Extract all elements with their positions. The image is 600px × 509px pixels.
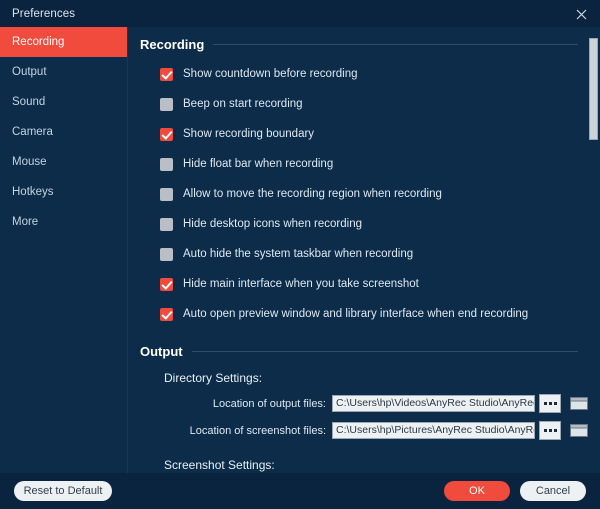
cancel-button[interactable]: Cancel xyxy=(520,481,586,501)
sidebar-item-output[interactable]: Output xyxy=(0,57,127,87)
checkbox-icon[interactable] xyxy=(160,97,173,111)
checkbox-row-hide-desktop-icons[interactable]: Hide desktop icons when recording xyxy=(160,214,578,234)
close-icon[interactable] xyxy=(570,3,592,25)
screenshot-files-input[interactable]: C:\Users\hp\Pictures\AnyRec Studio\AnyRe… xyxy=(332,422,535,439)
sidebar-item-more[interactable]: More xyxy=(0,207,127,237)
sidebar-item-sound[interactable]: Sound xyxy=(0,87,127,117)
checkbox-row-hide-main-interface[interactable]: Hide main interface when you take screen… xyxy=(160,274,578,294)
sidebar-item-camera[interactable]: Camera xyxy=(0,117,127,147)
sidebar-item-label: Sound xyxy=(12,96,46,108)
output-files-label: Location of output files: xyxy=(212,397,326,410)
ok-button[interactable]: OK xyxy=(444,481,510,501)
directory-settings-label: Directory Settings: xyxy=(164,371,263,385)
screenshot-files-row: Location of screenshot files: C:\Users\h… xyxy=(140,421,588,440)
sidebar-item-label: Recording xyxy=(12,36,65,48)
preferences-dialog: Preferences Recording Output Sound Camer… xyxy=(0,0,600,509)
sidebar-item-mouse[interactable]: Mouse xyxy=(0,147,127,177)
checkbox-label: Hide desktop icons when recording xyxy=(183,218,362,230)
output-files-input[interactable]: C:\Users\hp\Videos\AnyRec Studio\AnyRec … xyxy=(332,395,535,412)
checkbox-label: Auto open preview window and library int… xyxy=(183,308,529,320)
screenshot-files-browse-button[interactable] xyxy=(539,421,561,440)
dialog-footer: Reset to Default OK Cancel xyxy=(0,473,600,509)
recording-section-header: Recording xyxy=(140,37,578,52)
checkbox-row-hide-float-bar[interactable]: Hide float bar when recording xyxy=(160,154,578,174)
checkbox-label: Hide float bar when recording xyxy=(183,158,334,170)
output-section-header: Output xyxy=(140,344,578,359)
divider xyxy=(213,44,578,45)
output-files-browse-button[interactable] xyxy=(539,394,561,413)
sidebar-item-label: Camera xyxy=(12,126,53,138)
sidebar-item-recording[interactable]: Recording xyxy=(0,27,127,57)
dialog-body: Recording Output Sound Camera Mouse Hotk… xyxy=(0,27,600,473)
checkbox-label: Beep on start recording xyxy=(183,98,303,110)
checkbox-icon[interactable] xyxy=(160,307,173,321)
divider xyxy=(191,351,578,352)
checkbox-label: Hide main interface when you take screen… xyxy=(183,278,419,290)
sidebar-item-label: More xyxy=(12,216,39,228)
checkbox-row-beep-on-start[interactable]: Beep on start recording xyxy=(160,94,578,114)
checkbox-row-auto-hide-taskbar[interactable]: Auto hide the system taskbar when record… xyxy=(160,244,578,264)
scrollbar-thumb[interactable] xyxy=(589,38,598,140)
output-files-row: Location of output files: C:\Users\hp\Vi… xyxy=(140,394,588,413)
checkbox-label: Allow to move the recording region when … xyxy=(183,188,442,200)
sidebar-item-hotkeys[interactable]: Hotkeys xyxy=(0,177,127,207)
recording-section-title: Recording xyxy=(140,37,205,52)
checkbox-label: Show recording boundary xyxy=(183,128,315,140)
checkbox-icon[interactable] xyxy=(160,127,173,141)
folder-icon[interactable] xyxy=(570,396,588,411)
checkbox-icon[interactable] xyxy=(160,157,173,171)
output-section-title: Output xyxy=(140,344,183,359)
screenshot-files-label: Location of screenshot files: xyxy=(189,424,326,437)
settings-scrollbar[interactable] xyxy=(589,27,598,473)
reset-to-default-button[interactable]: Reset to Default xyxy=(14,481,112,501)
window-title: Preferences xyxy=(12,7,76,20)
checkbox-row-auto-open-preview[interactable]: Auto open preview window and library int… xyxy=(160,304,578,324)
checkbox-icon[interactable] xyxy=(160,217,173,231)
checkbox-label: Auto hide the system taskbar when record… xyxy=(183,248,414,260)
checkbox-row-show-countdown[interactable]: Show countdown before recording xyxy=(160,64,578,84)
sidebar-item-label: Mouse xyxy=(12,156,47,168)
checkbox-icon[interactable] xyxy=(160,187,173,201)
checkbox-row-show-boundary[interactable]: Show recording boundary xyxy=(160,124,578,144)
recording-options-list: Show countdown before recording Beep on … xyxy=(140,64,578,324)
title-bar: Preferences xyxy=(0,0,600,27)
checkbox-icon[interactable] xyxy=(160,247,173,261)
screenshot-settings-label: Screenshot Settings: xyxy=(164,458,275,472)
sidebar-item-label: Hotkeys xyxy=(12,186,54,198)
checkbox-row-allow-move-region[interactable]: Allow to move the recording region when … xyxy=(160,184,578,204)
folder-icon[interactable] xyxy=(570,423,588,438)
checkbox-label: Show countdown before recording xyxy=(183,68,358,80)
checkbox-icon[interactable] xyxy=(160,67,173,81)
checkbox-icon[interactable] xyxy=(160,277,173,291)
sidebar: Recording Output Sound Camera Mouse Hotk… xyxy=(0,27,128,473)
settings-panel: Recording Show countdown before recordin… xyxy=(128,27,600,473)
sidebar-item-label: Output xyxy=(12,66,47,78)
